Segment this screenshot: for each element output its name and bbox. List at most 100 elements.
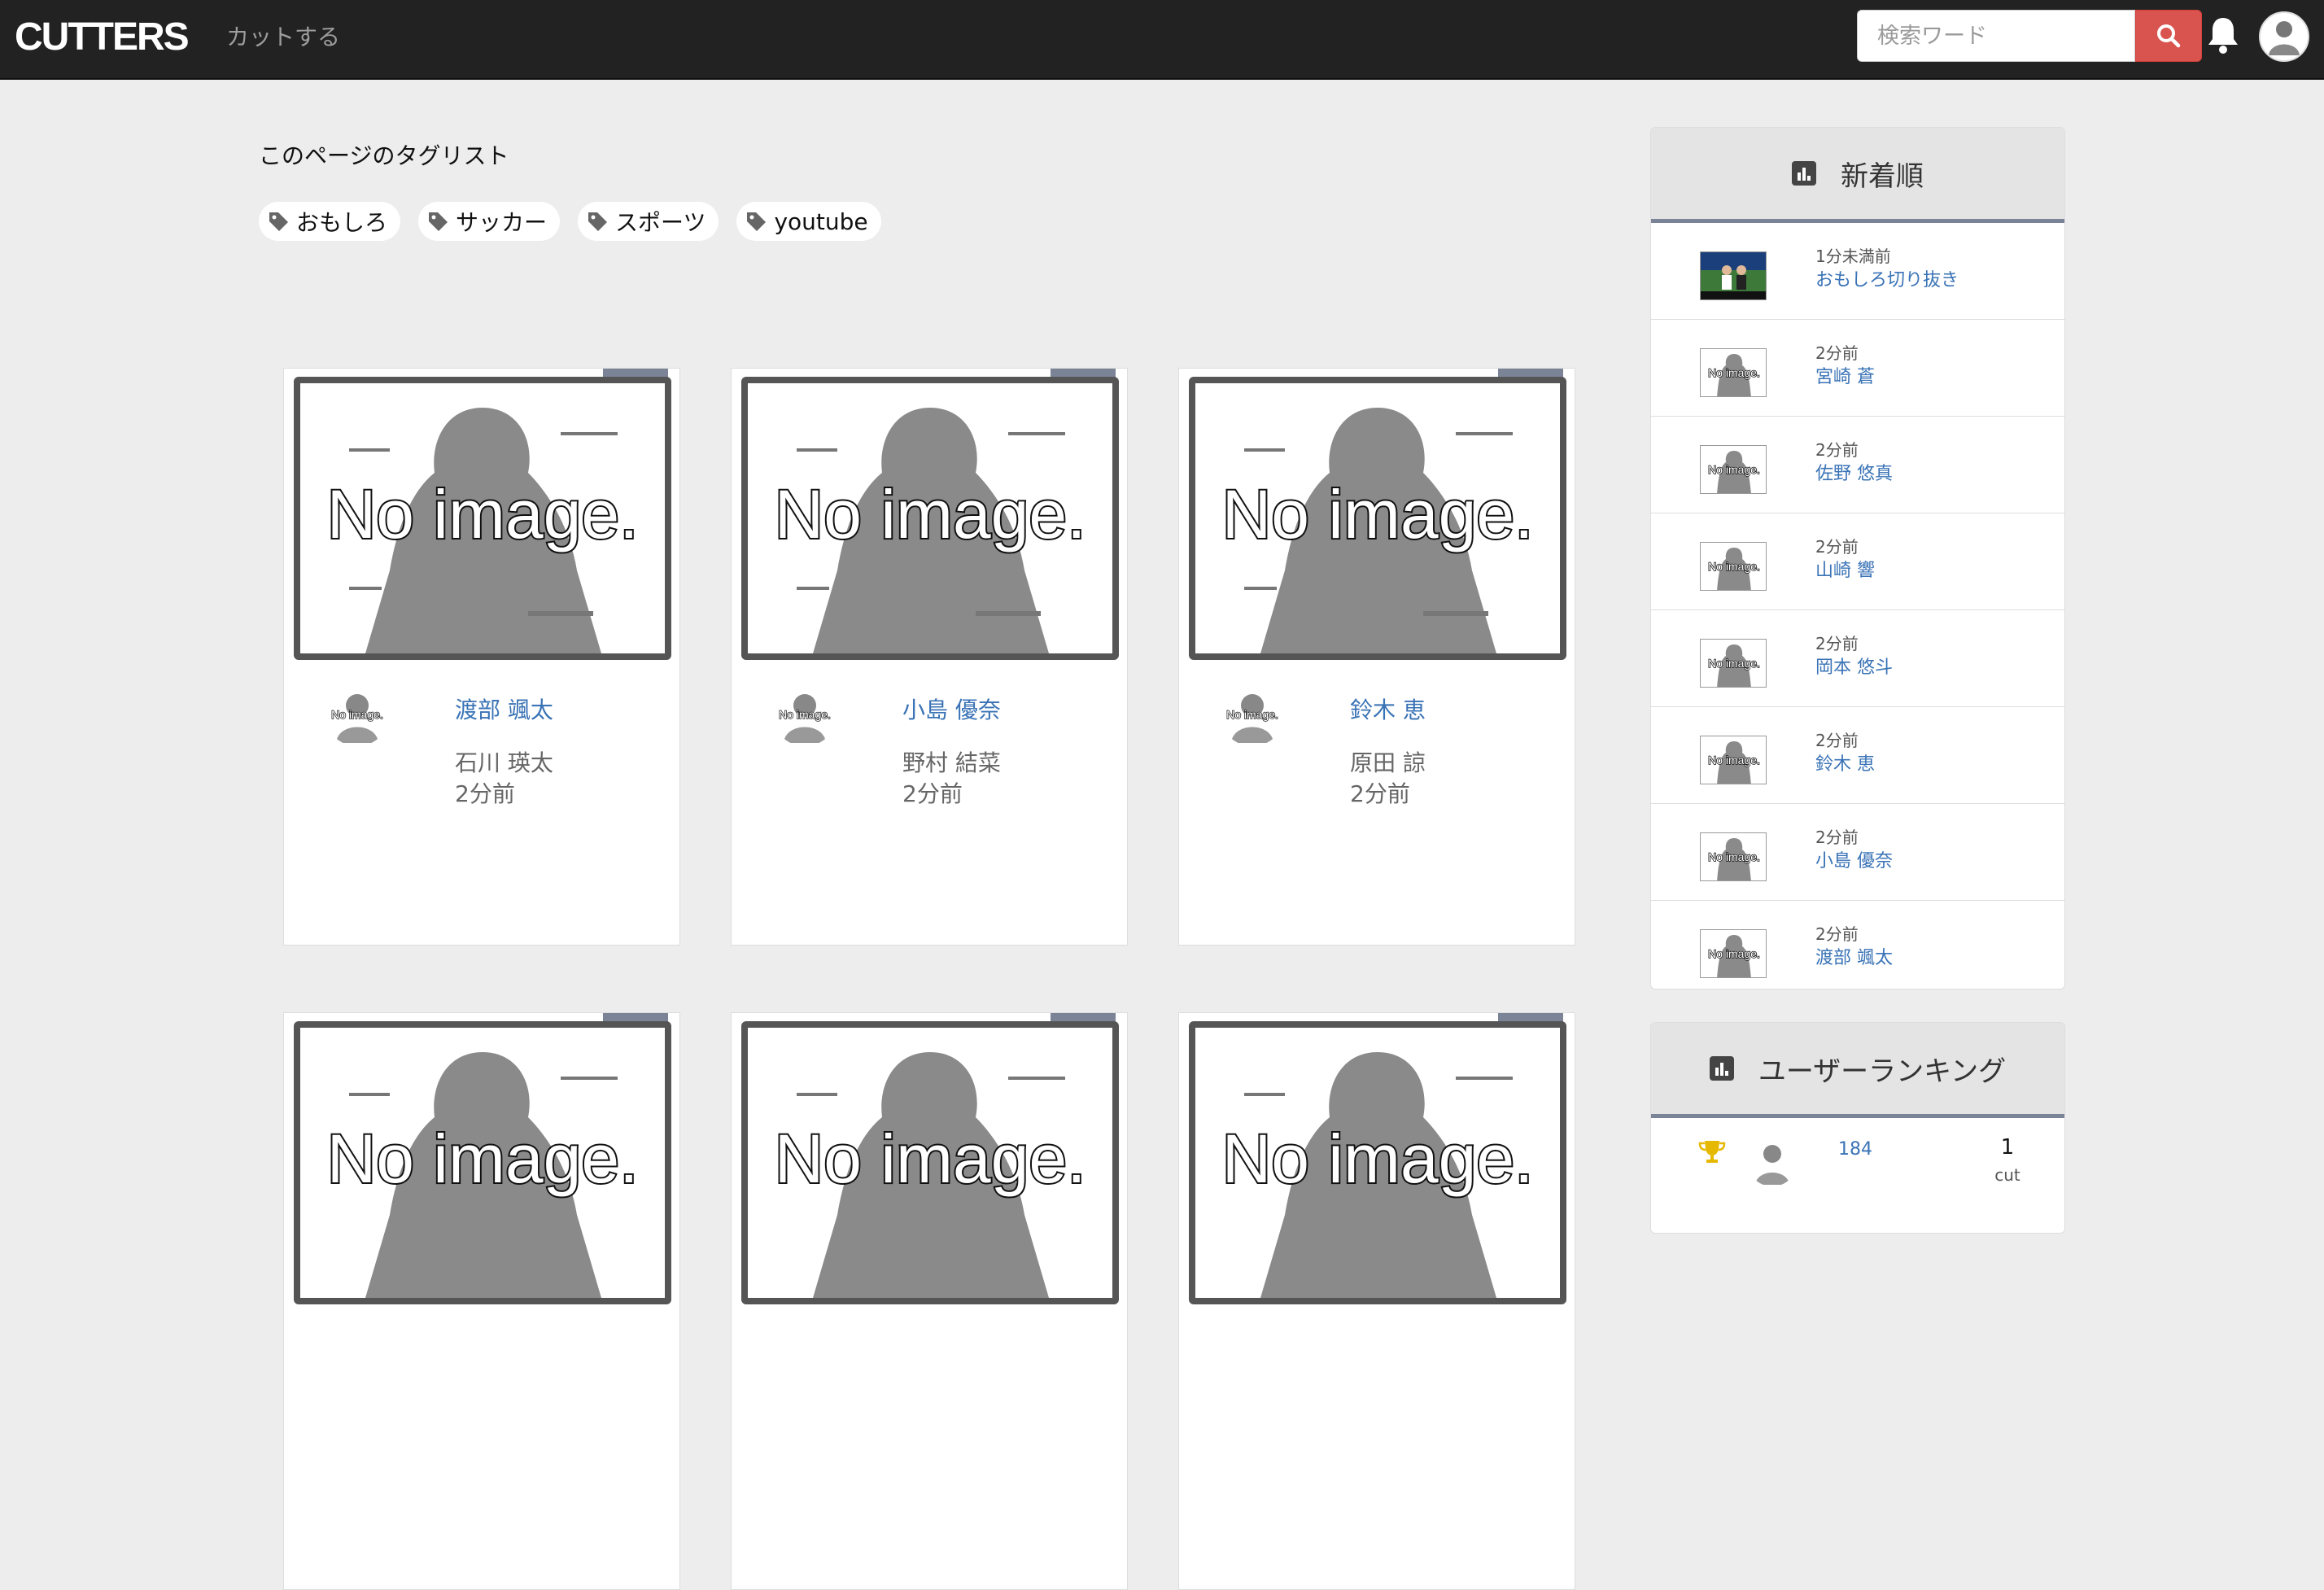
recent-panel-title: 新着順 [1841,159,1924,193]
recent-item-title[interactable]: 宮崎 蒼 [1815,365,1875,390]
cutter-avatar[interactable]: No image. [1220,681,1285,746]
recent-item-time: 2分前 [1815,828,1859,847]
ranking-panel-title: ユーザーランキング [1758,1055,2007,1088]
top-navbar: CUTTERS カットする [0,0,2324,80]
cut-card[interactable]: No image. No image. 小島 優奈 野村 結菜 2分前 [731,368,1128,946]
recent-item-title[interactable]: おもしろ切り抜き [1815,269,1959,293]
cut-card[interactable]: No image. [1178,1012,1575,1590]
recent-item-thumbnail[interactable]: No image. [1700,639,1767,688]
svg-text:No image.: No image. [775,1120,1086,1197]
cut-card[interactable]: No image. [731,1012,1128,1590]
card-thumbnail[interactable]: No image. [741,377,1119,660]
recent-item-title[interactable]: 山崎 響 [1815,559,1875,583]
recent-item-thumbnail[interactable]: No image. [1700,348,1767,397]
ranking-panel: ユーザーランキング 184 1 cut [1650,1022,2065,1234]
recent-item[interactable]: No image. 2分前 宮崎 蒼 [1651,320,2064,417]
tag-soccer[interactable]: サッカー [418,202,561,241]
tag-icon [269,212,288,231]
tag-label: サッカー [456,209,548,236]
tag-icon [588,212,608,231]
recent-item-time: 2分前 [1815,924,1859,944]
recent-item[interactable]: No image. 2分前 鈴木 恵 [1651,707,2064,804]
recent-item-title[interactable]: 小島 優奈 [1815,850,1893,874]
cut-title-link[interactable]: 小島 優奈 [862,696,1106,725]
brand-logo[interactable]: CUTTERS [15,16,190,59]
bell-icon[interactable] [2205,15,2241,55]
cut-author: 石川 瑛太 [455,749,553,776]
recent-item-title[interactable]: 鈴木 恵 [1815,753,1875,777]
cutter-avatar[interactable]: No image. [772,681,837,746]
recent-item-thumbnail[interactable]: No image. [1700,832,1767,881]
cut-time: 2分前 [1350,780,1410,807]
ranking-row[interactable]: 184 1 cut [1651,1118,2064,1216]
tag-sports[interactable]: スポーツ [578,202,719,241]
recent-item-thumbnail[interactable]: No image. [1700,542,1767,591]
svg-text:No image.: No image. [1708,947,1760,960]
svg-text:No image.: No image. [1708,850,1760,863]
tag-omoshiro[interactable]: おもしろ [259,202,401,241]
card-thumbnail[interactable]: No image. [294,1021,671,1304]
cut-time: 2分前 [455,780,515,807]
ranking-avatar[interactable] [1747,1136,1798,1186]
card-thumbnail[interactable]: No image. [1189,1021,1566,1304]
search-input[interactable] [1857,10,2135,62]
cutter-avatar[interactable]: No image. [325,681,390,746]
svg-text:No image.: No image. [327,476,639,553]
recent-item[interactable]: No image. 2分前 渡部 颯太 [1651,901,2064,989]
bar-chart-icon [1709,1056,1734,1081]
recent-item-title[interactable]: 佐野 悠真 [1815,462,1893,487]
tag-icon [747,212,767,231]
cut-card[interactable]: No image. No image. 鈴木 恵 原田 諒 2分前 [1178,368,1575,946]
recent-panel-header: 新着順 [1651,128,2064,223]
recent-item-time: 2分前 [1815,731,1859,750]
recent-item-title[interactable]: 渡部 颯太 [1815,946,1893,971]
recent-item[interactable]: No image. 2分前 山崎 響 [1651,513,2064,610]
user-avatar[interactable] [2259,11,2309,62]
tag-list-heading: このページのタグリスト [259,142,509,169]
trophy-icon [1698,1141,1726,1163]
recent-item[interactable]: No image. 2分前 小島 優奈 [1651,804,2064,901]
recent-item-thumbnail[interactable]: No image. [1700,736,1767,784]
svg-text:No image.: No image. [1226,708,1278,721]
cut-card[interactable]: No image. [283,1012,680,1590]
recent-item-thumbnail[interactable] [1700,251,1767,300]
cut-title-link[interactable]: 鈴木 恵 [1309,696,1553,725]
recent-item-thumbnail[interactable]: No image. [1700,929,1767,978]
svg-text:No image.: No image. [779,708,831,721]
recent-item-thumbnail[interactable]: No image. [1700,445,1767,494]
recent-item[interactable]: No image. 2分前 岡本 悠斗 [1651,610,2064,707]
recent-item[interactable]: No image. 2分前 佐野 悠真 [1651,417,2064,513]
cut-card[interactable]: No image. No image. 渡部 颯太 石川 瑛太 2分前 [283,368,680,946]
nav-cut-link[interactable]: カットする [226,21,340,54]
recent-panel: 新着順 1分未満前 おもしろ切り抜き No image. 2分前 宮崎 蒼 No… [1650,127,2065,989]
tag-label: おもしろ [296,209,388,236]
ranking-unit: cut [1994,1165,2020,1185]
cut-time: 2分前 [902,780,963,807]
tag-list: おもしろ サッカー スポーツ youtube [259,202,881,241]
tag-label: スポーツ [615,209,706,236]
tag-youtube[interactable]: youtube [736,202,881,241]
search-icon [2157,24,2181,48]
svg-text:No image.: No image. [1708,463,1760,476]
recent-item-title[interactable]: 岡本 悠斗 [1815,656,1893,680]
ranking-user-link[interactable]: 184 [1838,1138,1872,1162]
cut-author: 野村 結菜 [902,749,1001,776]
recent-item[interactable]: 1分未満前 おもしろ切り抜き [1651,223,2064,320]
card-thumbnail[interactable]: No image. [741,1021,1119,1304]
recent-item-time: 2分前 [1815,537,1859,557]
recent-item-time: 2分前 [1815,440,1859,460]
search-button[interactable] [2135,10,2202,62]
card-thumbnail[interactable]: No image. [294,377,671,660]
svg-text:No image.: No image. [1708,657,1760,670]
card-thumbnail[interactable]: No image. [1189,377,1566,660]
bar-chart-icon [1792,161,1816,186]
svg-text:No image.: No image. [775,476,1086,553]
svg-text:No image.: No image. [1222,476,1534,553]
svg-text:No image.: No image. [1708,754,1760,767]
tag-icon [429,212,448,231]
cut-author: 原田 諒 [1350,749,1426,776]
svg-text:No image.: No image. [1222,1120,1534,1197]
recent-item-time: 1分未満前 [1815,247,1891,266]
recent-item-time: 2分前 [1815,343,1859,363]
cut-title-link[interactable]: 渡部 颯太 [414,696,658,725]
